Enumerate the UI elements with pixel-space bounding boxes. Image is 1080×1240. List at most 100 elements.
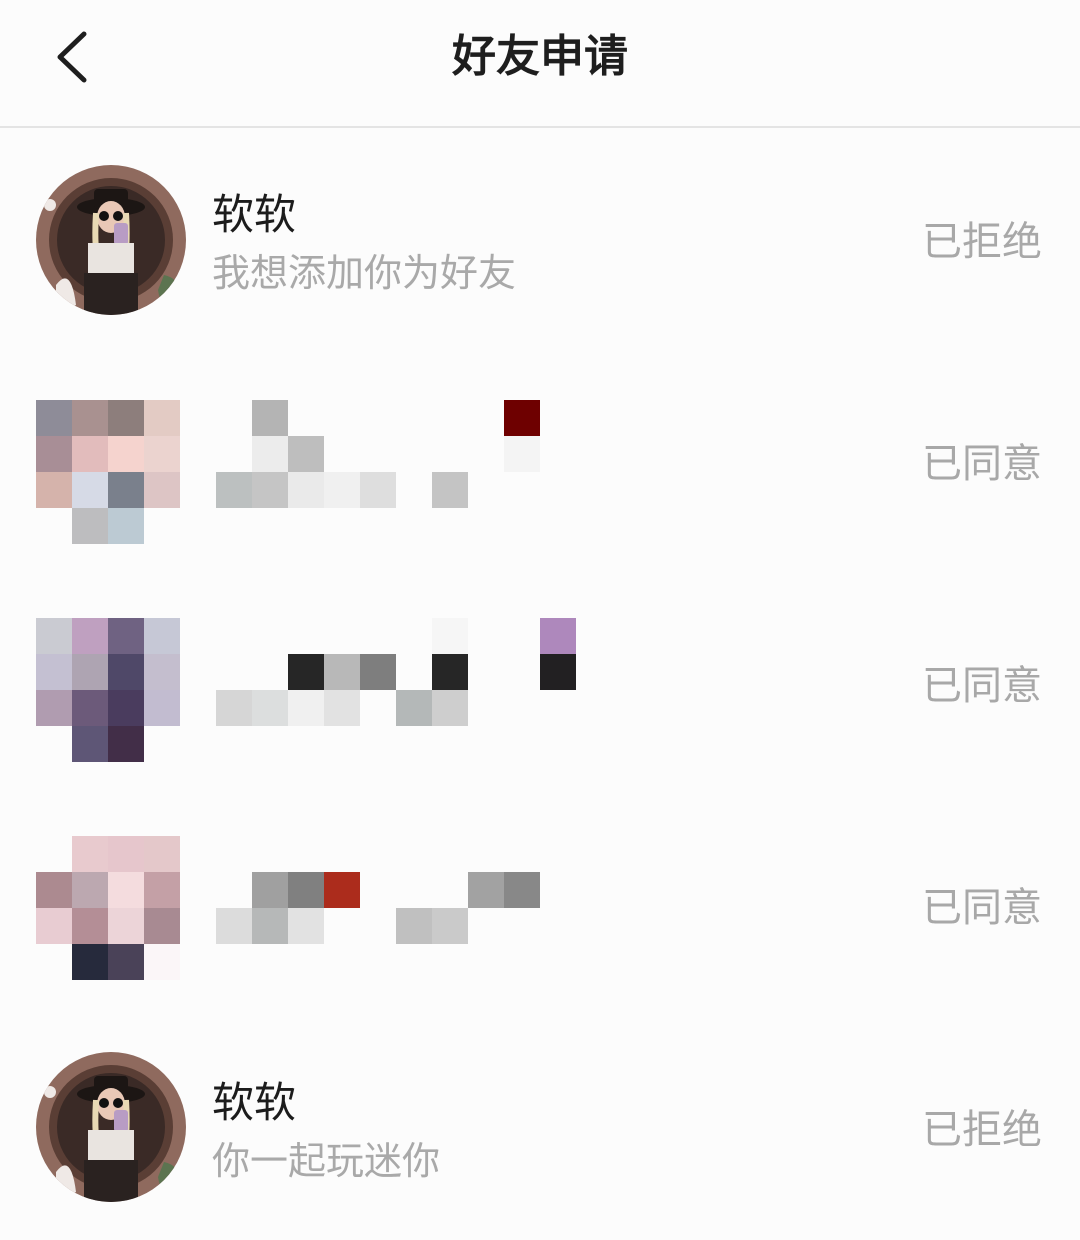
- mosaic-tile: [432, 908, 468, 944]
- mosaic-name: [216, 400, 546, 510]
- mosaic-tile: [72, 908, 108, 944]
- mosaic-tile: [36, 400, 72, 436]
- request-status: 已拒绝: [922, 219, 1042, 265]
- friend-request-item[interactable]: 软软 我想添加你为好友 已拒绝: [0, 130, 1080, 352]
- mosaic-tile: [144, 436, 180, 472]
- request-status: 已拒绝: [922, 1107, 1042, 1153]
- request-message: 你一起玩迷你: [212, 1139, 441, 1183]
- mosaic-tile: [396, 690, 432, 726]
- mosaic-tile: [360, 654, 396, 690]
- mosaic-tile: [72, 436, 108, 472]
- requester-name: 软软: [212, 190, 297, 239]
- mosaic-tile: [144, 472, 180, 508]
- mosaic-tile: [108, 508, 144, 544]
- mosaic-tile: [288, 872, 324, 908]
- top-bar: 好友申请: [0, 0, 1080, 128]
- page-title: 好友申请: [452, 31, 628, 82]
- mosaic-tile: [288, 654, 324, 690]
- mosaic-tile: [144, 400, 180, 436]
- mosaic-tile: [504, 436, 540, 472]
- mosaic-tile: [36, 654, 72, 690]
- mosaic-tile: [540, 618, 576, 654]
- mosaic-tile: [108, 436, 144, 472]
- mosaic-tile: [540, 654, 576, 690]
- mosaic-tile: [108, 400, 144, 436]
- request-status: 已同意: [922, 885, 1042, 931]
- mosaic-tile: [72, 508, 108, 544]
- mosaic-tile: [72, 836, 108, 872]
- mosaic-tile: [288, 436, 324, 472]
- mosaic-tile: [108, 836, 144, 872]
- mosaic-tile: [72, 472, 108, 508]
- mosaic-tile: [324, 872, 360, 908]
- mosaic-tile: [216, 472, 252, 508]
- mosaic-tile: [216, 908, 252, 944]
- mosaic-tile: [432, 654, 468, 690]
- friend-request-item[interactable]: 已同意: [0, 574, 1080, 796]
- mosaic-tile: [324, 472, 360, 508]
- mosaic-tile: [108, 654, 144, 690]
- mosaic-name: [216, 872, 546, 944]
- mosaic-tile: [36, 690, 72, 726]
- avatar[interactable]: [36, 165, 186, 315]
- mosaic-tile: [108, 472, 144, 508]
- mosaic-tile: [324, 654, 360, 690]
- mosaic-tile: [252, 908, 288, 944]
- request-status: 已同意: [922, 663, 1042, 709]
- mosaic-tile: [72, 944, 108, 980]
- mosaic-tile: [360, 472, 396, 508]
- mosaic-tile: [144, 872, 180, 908]
- avatar[interactable]: [36, 1052, 186, 1202]
- mosaic-tile: [252, 472, 288, 508]
- mosaic-tile: [504, 872, 540, 908]
- mosaic-tile: [36, 908, 72, 944]
- mosaic-tile: [144, 944, 180, 980]
- mosaic-tile: [252, 400, 288, 436]
- request-status: 已同意: [922, 441, 1042, 487]
- mosaic-tile: [432, 690, 468, 726]
- mosaic-tile: [144, 690, 180, 726]
- mosaic-tile: [468, 872, 504, 908]
- avatar[interactable]: [36, 618, 180, 762]
- mosaic-tile: [36, 872, 72, 908]
- mosaic-tile: [288, 472, 324, 508]
- mosaic-tile: [252, 872, 288, 908]
- mosaic-tile: [252, 436, 288, 472]
- mosaic-tile: [396, 908, 432, 944]
- mosaic-tile: [432, 472, 468, 508]
- avatar[interactable]: [36, 400, 180, 544]
- mosaic-tile: [108, 618, 144, 654]
- mosaic-tile: [288, 690, 324, 726]
- mosaic-tile: [72, 726, 108, 762]
- mosaic-tile: [324, 690, 360, 726]
- requester-name: 软软: [212, 1078, 297, 1127]
- avatar[interactable]: [36, 836, 180, 980]
- mosaic-tile: [216, 690, 252, 726]
- mosaic-tile: [72, 872, 108, 908]
- friend-request-item[interactable]: 软软 你一起玩迷你 已拒绝: [0, 1018, 1080, 1240]
- mosaic-tile: [108, 872, 144, 908]
- mosaic-tile: [288, 908, 324, 944]
- mosaic-tile: [432, 618, 468, 654]
- mosaic-tile: [72, 400, 108, 436]
- mosaic-tile: [144, 654, 180, 690]
- mosaic-tile: [108, 944, 144, 980]
- mosaic-tile: [36, 618, 72, 654]
- friend-request-item[interactable]: 已同意: [0, 796, 1080, 1018]
- friend-request-item[interactable]: 已同意: [0, 352, 1080, 574]
- request-message: 我想添加你为好友: [212, 251, 517, 295]
- mosaic-tile: [504, 400, 540, 436]
- mosaic-tile: [144, 836, 180, 872]
- mosaic-tile: [252, 690, 288, 726]
- mosaic-tile: [108, 690, 144, 726]
- mosaic-tile: [72, 618, 108, 654]
- mosaic-tile: [108, 908, 144, 944]
- mosaic-tile: [36, 472, 72, 508]
- mosaic-tile: [144, 908, 180, 944]
- mosaic-tile: [144, 618, 180, 654]
- mosaic-tile: [36, 436, 72, 472]
- mosaic-tile: [108, 726, 144, 762]
- mosaic-tile: [72, 654, 108, 690]
- mosaic-name: [216, 618, 586, 728]
- mosaic-tile: [72, 690, 108, 726]
